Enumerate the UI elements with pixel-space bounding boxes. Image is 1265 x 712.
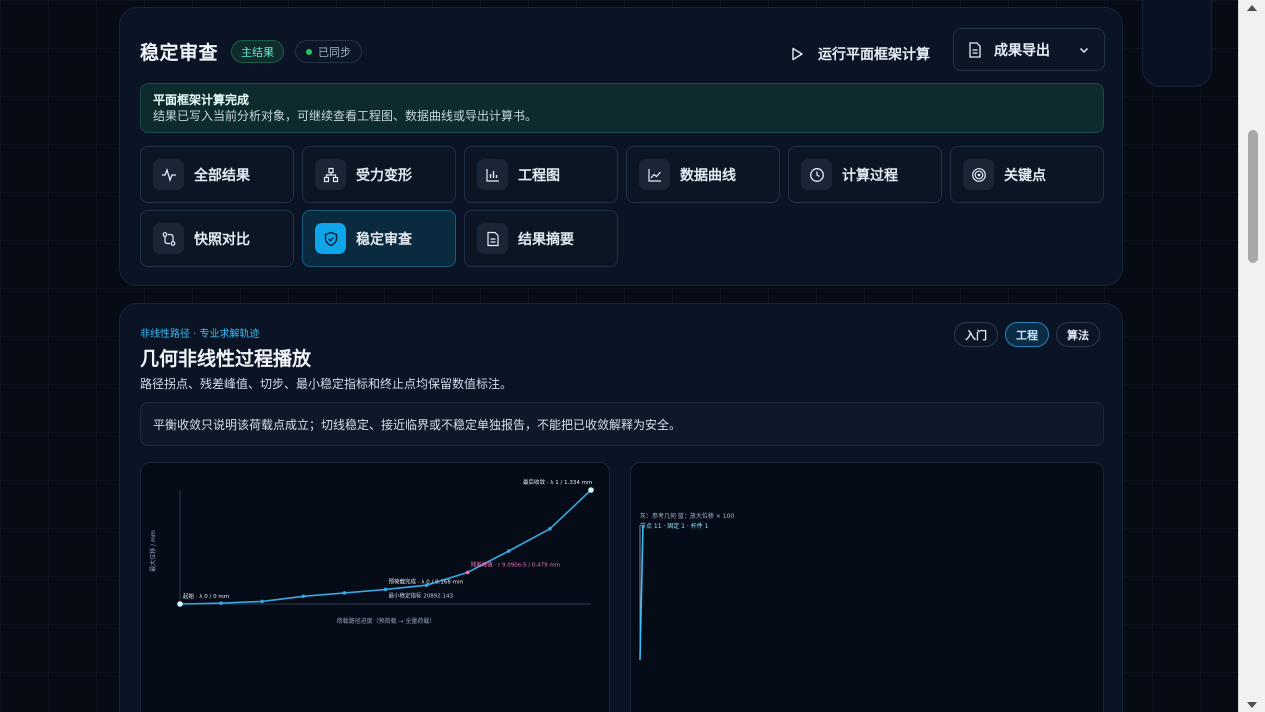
data-point: [588, 487, 594, 493]
data-point: [465, 570, 470, 575]
tab-calculation-process[interactable]: 计算过程: [788, 146, 942, 203]
data-point: [548, 526, 552, 531]
tab-engineering-drawing[interactable]: 工程图: [464, 146, 618, 203]
shield-check-icon: [315, 223, 346, 254]
scrollbar-thumb[interactable]: [1248, 130, 1258, 263]
document-icon: [969, 41, 981, 58]
tab-label: 快照对比: [194, 231, 250, 248]
section-title: 几何非线性过程播放: [140, 348, 312, 370]
data-point: [507, 549, 511, 553]
bar-chart-icon: [477, 159, 508, 190]
deformed-shape-card: 灰：参考几何 蓝：放大位移 × 100 节点 11 · 固定 1 · 杆件 1: [630, 462, 1104, 712]
clock-icon: [801, 159, 832, 190]
annotation-label: 最后收敛 · λ 1 / 1.334 mm: [523, 478, 592, 486]
sync-dot-icon: [306, 48, 313, 55]
tab-label: 数据曲线: [680, 167, 736, 184]
tab-stability-review[interactable]: 稳定审查: [302, 210, 456, 267]
play-icon: [792, 47, 803, 61]
data-point: [177, 601, 183, 607]
sync-status-badge: 已同步: [295, 40, 363, 63]
title-row: 稳定审查 主结果 已同步: [140, 38, 363, 65]
run-button-label: 运行平面框架计算: [818, 47, 930, 63]
sync-status-label: 已同步: [318, 45, 352, 59]
annotation-label: 起始 · λ 0 / 0 mm: [183, 592, 229, 600]
load-path-chart: 最大位移 / mm 荷载路径进度（预荷载 → 全量荷载） 起始 · λ 0 / …: [149, 478, 594, 625]
notice-text: 结果已写入当前分析对象，可继续查看工程图、数据曲线或导出计算书。: [153, 109, 538, 123]
shape-sublegend: 节点 11 · 固定 1 · 杆件 1: [640, 522, 709, 530]
side-decoration-panel: [1142, 0, 1212, 87]
annotation-label: 最小稳定指标 20892.143: [389, 591, 454, 599]
data-point: [342, 591, 347, 595]
page-scrollbar[interactable]: [1238, 0, 1265, 712]
shape-legend: 灰：参考几何 蓝：放大位移 × 100: [640, 512, 734, 520]
tab-label: 结果摘要: [518, 231, 574, 248]
scroll-up-icon[interactable]: [1247, 5, 1257, 11]
data-point: [301, 594, 306, 599]
mode-algorithm-button[interactable]: 算法: [1056, 322, 1100, 347]
run-frame-calculation-button[interactable]: 运行平面框架计算: [788, 36, 932, 72]
scroll-down-icon[interactable]: [1247, 702, 1257, 708]
compare-icon: [153, 223, 184, 254]
page-title: 稳定审查: [140, 42, 219, 64]
section-kicker: 非线性路径 · 专业求解轨迹: [140, 329, 260, 340]
chevron-down-icon: [1079, 47, 1089, 53]
hierarchy-icon: [315, 159, 346, 190]
x-axis-label: 荷载路径进度（预荷载 → 全量荷载）: [337, 617, 436, 625]
notice-title: 平面框架计算完成: [153, 93, 250, 107]
y-axis-label: 最大位移 / mm: [149, 530, 157, 572]
tab-force-deformation[interactable]: 受力变形: [302, 146, 456, 203]
main-result-badge: 主结果: [231, 40, 285, 63]
tab-data-curves[interactable]: 数据曲线: [626, 146, 780, 203]
tab-label: 全部结果: [194, 167, 250, 184]
tab-label: 受力变形: [356, 167, 412, 184]
calculation-complete-notice: 平面框架计算完成 结果已写入当前分析对象，可继续查看工程图、数据曲线或导出计算书…: [140, 83, 1104, 133]
tab-label: 工程图: [518, 167, 560, 184]
results-panel: 稳定审查 主结果 已同步 运行平面框架计算 成果导出 平面框架计算完成 结果已写…: [119, 7, 1123, 286]
export-results-button[interactable]: 成果导出: [953, 28, 1105, 71]
line-chart-icon: [639, 159, 670, 190]
tab-snapshot-compare[interactable]: 快照对比: [140, 210, 294, 267]
tab-label: 计算过程: [842, 167, 898, 184]
document-icon: [477, 223, 508, 254]
deformed-shape-view: 灰：参考几何 蓝：放大位移 × 100 节点 11 · 固定 1 · 杆件 1: [639, 512, 734, 661]
data-point: [260, 599, 264, 604]
target-icon: [963, 159, 994, 190]
export-button-label: 成果导出: [994, 42, 1050, 59]
tab-label: 关键点: [1004, 167, 1046, 184]
mode-beginner-button[interactable]: 入门: [954, 322, 998, 347]
data-point: [219, 601, 223, 605]
section-description: 路径拐点、残差峰值、切步、最小稳定指标和终止点均保留数值标注。: [140, 377, 513, 391]
mode-switch: 入门 工程 算法: [954, 322, 1100, 347]
load-path-chart-card: 最大位移 / mm 荷载路径进度（预荷载 → 全量荷载） 起始 · λ 0 / …: [140, 462, 610, 712]
tab-result-summary[interactable]: 结果摘要: [464, 210, 618, 267]
convergence-note: 平衡收敛只说明该荷载点成立；切线稳定、接近临界或不稳定单独报告，不能把已收敛解释…: [140, 402, 1104, 446]
tab-label: 稳定审查: [356, 231, 412, 248]
tab-all-results[interactable]: 全部结果: [140, 146, 294, 203]
tab-key-points[interactable]: 关键点: [950, 146, 1104, 203]
data-point: [383, 587, 388, 592]
annotation-label: 预荷载完成 · λ 0 / 0.168 mm: [389, 577, 464, 585]
series-line: [179, 489, 592, 605]
pulse-icon: [153, 159, 184, 190]
nonlinear-playback-panel: 非线性路径 · 专业求解轨迹 几何非线性过程播放 路径拐点、残差峰值、切步、最小…: [119, 303, 1123, 712]
mode-engineering-button[interactable]: 工程: [1005, 322, 1049, 347]
annotation-label: 残差峰值 · r 9.090e-5 / 0.479 mm: [471, 560, 560, 568]
